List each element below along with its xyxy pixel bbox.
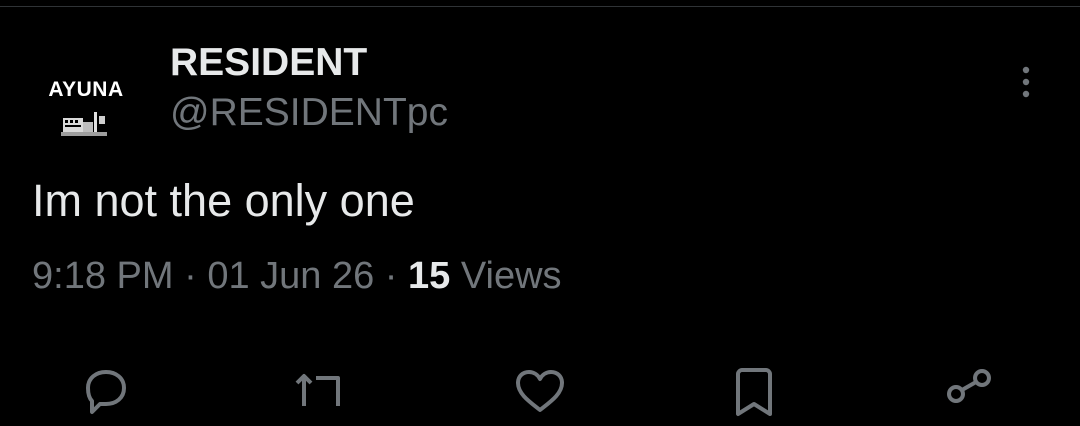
tweet-date[interactable]: 01 Jun 26 bbox=[207, 255, 374, 297]
top-divider bbox=[0, 6, 1080, 7]
retweet-icon bbox=[295, 374, 340, 406]
bookmark-icon bbox=[736, 368, 772, 416]
retweet-button[interactable] bbox=[294, 366, 354, 426]
reply-icon bbox=[86, 370, 126, 414]
reply-button[interactable] bbox=[80, 366, 140, 426]
avatar[interactable]: AYUNA bbox=[33, 52, 139, 158]
tweet-text: Im not the only one bbox=[32, 175, 415, 226]
more-options-button[interactable] bbox=[1006, 60, 1046, 104]
views-count: 15 bbox=[408, 255, 451, 297]
bookmark-button[interactable] bbox=[732, 366, 792, 426]
more-vertical-icon bbox=[1022, 66, 1030, 98]
share-icon bbox=[947, 369, 991, 403]
like-button[interactable] bbox=[512, 366, 572, 426]
avatar-art bbox=[61, 112, 107, 136]
action-bar bbox=[0, 366, 1080, 416]
display-name[interactable]: RESIDENT bbox=[170, 41, 367, 85]
avatar-logo-text: AYUNA bbox=[48, 78, 124, 101]
tweet-time[interactable]: 9:18 PM bbox=[32, 255, 174, 297]
meta-separator: · bbox=[184, 255, 208, 297]
like-icon bbox=[516, 370, 564, 412]
meta-separator: · bbox=[384, 255, 409, 297]
share-button[interactable] bbox=[942, 366, 1002, 426]
tweet-meta: 9:18 PM · 01 Jun 26 · 15 Views bbox=[32, 255, 562, 297]
views-label: Views bbox=[460, 255, 562, 297]
user-handle[interactable]: @RESIDENTpc bbox=[170, 91, 448, 135]
